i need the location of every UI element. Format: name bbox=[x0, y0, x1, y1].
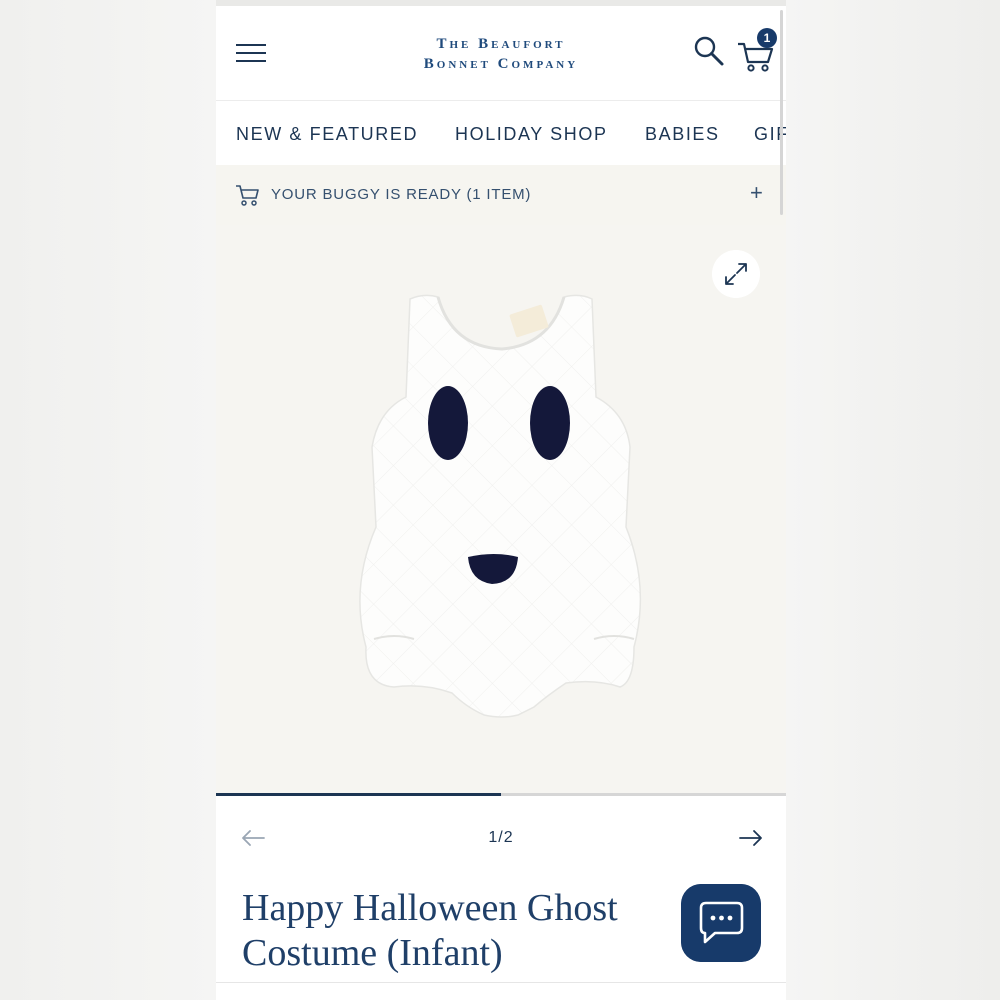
nav-babies[interactable]: BABIES bbox=[645, 124, 720, 145]
nav-new-featured[interactable]: NEW & FEATURED bbox=[236, 124, 418, 145]
product-image-ghost-romper bbox=[359, 294, 642, 718]
nav-holiday-shop[interactable]: HOLIDAY SHOP bbox=[455, 124, 608, 145]
gallery-pager: 1/2 bbox=[216, 796, 786, 882]
buggy-status-text: YOUR BUGGY IS READY (1 ITEM) bbox=[271, 186, 532, 203]
main-nav: NEW & FEATURED HOLIDAY SHOP BABIES GIF bbox=[216, 101, 786, 165]
arrow-left-icon[interactable] bbox=[240, 828, 266, 848]
hamburger-icon[interactable] bbox=[236, 44, 266, 64]
phone-screen: The Beaufort Bonnet Company 1 NEW & FEAT… bbox=[216, 0, 786, 1000]
logo-line-1: The Beaufort bbox=[436, 36, 566, 52]
stroller-icon bbox=[236, 185, 259, 206]
expand-icon[interactable] bbox=[712, 250, 760, 298]
arrow-right-icon[interactable] bbox=[738, 828, 764, 848]
search-icon[interactable] bbox=[692, 34, 726, 68]
buggy-expand-button[interactable]: + bbox=[750, 180, 763, 206]
background-right bbox=[786, 0, 1000, 1000]
brand-logo[interactable]: The Beaufort Bonnet Company bbox=[386, 34, 616, 74]
background-left bbox=[0, 0, 216, 1000]
product-gallery[interactable] bbox=[216, 225, 786, 793]
scrollbar[interactable] bbox=[780, 10, 783, 215]
logo-line-2: Bonnet Company bbox=[423, 56, 579, 72]
cart-count-badge: 1 bbox=[757, 28, 777, 48]
buggy-bar[interactable]: YOUR BUGGY IS READY (1 ITEM) + bbox=[216, 165, 786, 225]
chat-bubble-icon[interactable] bbox=[681, 884, 761, 962]
page-counter: 1/2 bbox=[488, 829, 514, 846]
bottom-divider bbox=[216, 982, 786, 1000]
product-title-line-2: Costume (Infant) bbox=[242, 932, 503, 974]
site-header: The Beaufort Bonnet Company 1 bbox=[216, 6, 786, 101]
product-title-line-1: Happy Halloween Ghost bbox=[242, 887, 618, 929]
product-title: Happy Halloween Ghost Costume (Infant) bbox=[242, 886, 672, 976]
